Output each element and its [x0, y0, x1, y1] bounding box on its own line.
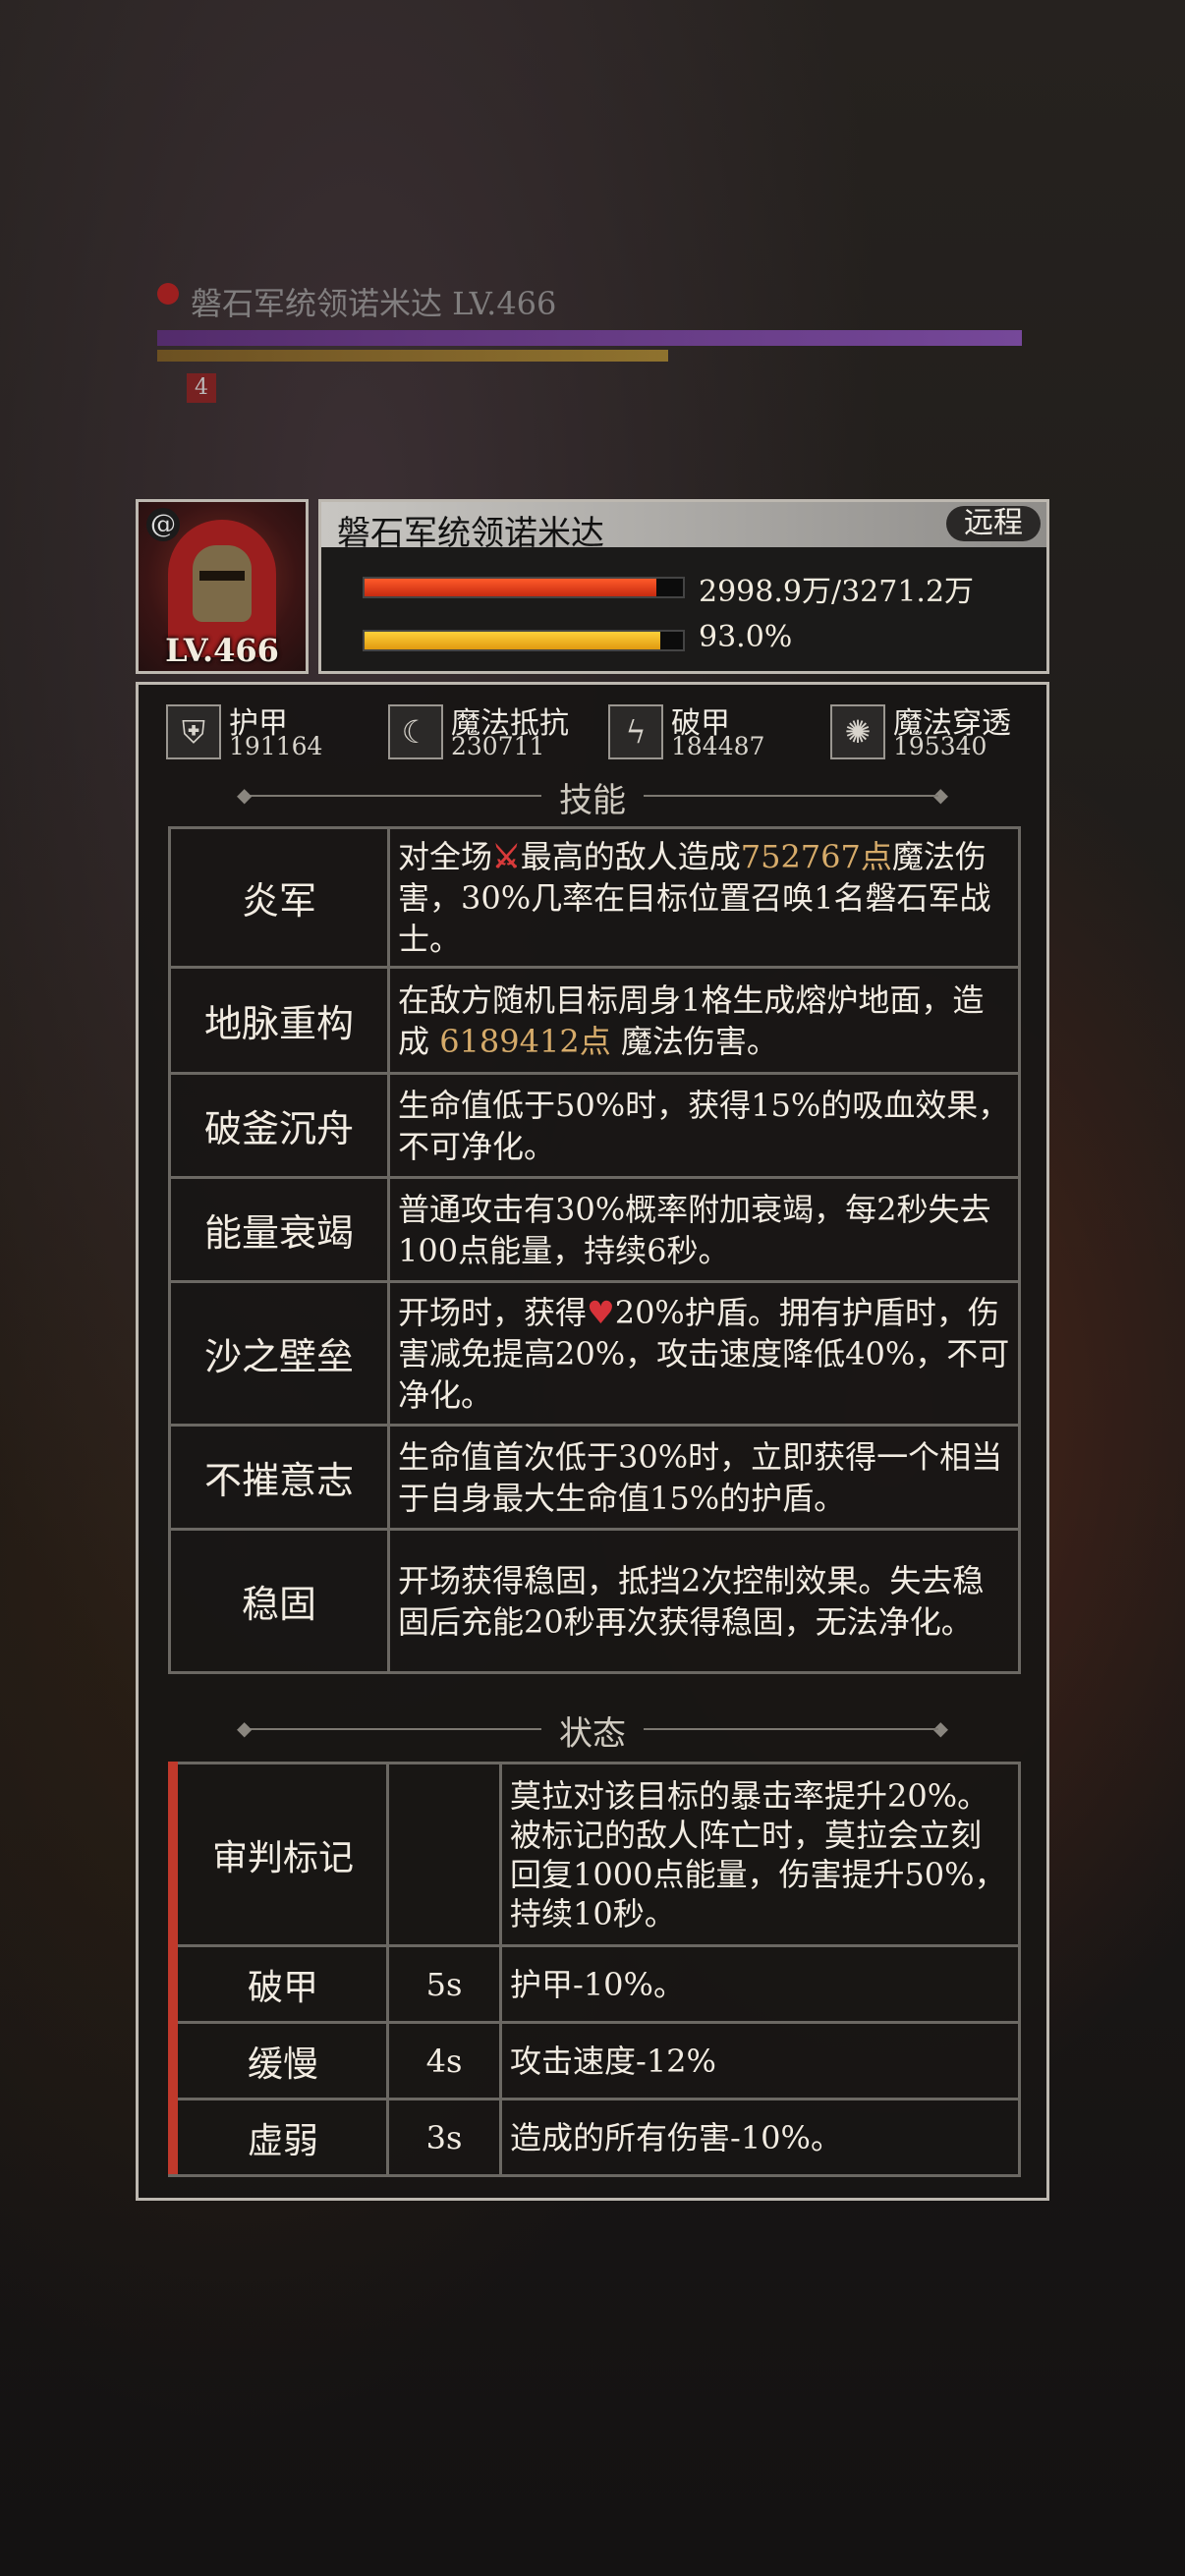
skill-row[interactable]: 能量衰竭 普通攻击有30%概率附加衰竭，每2秒失去100点能量，持续6秒。	[168, 1176, 1021, 1283]
skill-row[interactable]: 炎军 对全场⚔最高的敌人造成752767点魔法伤害，30%几率在目标位置召唤1名…	[168, 826, 1021, 969]
magic-resist-icon: ☾	[388, 704, 443, 759]
status-description: 莫拉对该目标的暴击率提升20%。被标记的敌人阵亡时，莫拉会立刻回复1000点能量…	[499, 1762, 1021, 1947]
skills-title-text: 技能	[559, 781, 626, 820]
status-title-text: 状态	[559, 1714, 626, 1754]
energy-bar-fill	[365, 632, 661, 649]
range-badge: 远程	[946, 506, 1041, 541]
skill-desc-text: 魔法伤害。	[610, 1022, 778, 1060]
status-description: 攻击速度-12%	[499, 2021, 1021, 2100]
divider-ornament-icon: ◆	[932, 1716, 948, 1740]
status-row[interactable]: 虚弱 3s 造成的所有伤害-10%。	[168, 2098, 1021, 2177]
skill-desc-text: 最高的敌人造成	[520, 837, 741, 875]
shield-heart-icon: ♥	[587, 1293, 615, 1331]
boss-name: 磐石军统领诺米达	[337, 514, 604, 553]
armor-shield-icon: ⛨	[166, 704, 221, 759]
skill-name: 能量衰竭	[168, 1176, 390, 1283]
background-tag: 4	[187, 373, 216, 403]
status-row[interactable]: 审判标记 莫拉对该目标的暴击率提升20%。被标记的敌人阵亡时，莫拉会立刻回复10…	[168, 1762, 1021, 1947]
skill-row[interactable]: 稳固 开场获得稳固，抵挡2次控制效果。失去稳固后充能20秒再次获得稳固，无法净化…	[168, 1528, 1021, 1674]
status-name: 破甲	[168, 1944, 389, 2024]
background-energy-bar	[157, 350, 668, 362]
background-boss-bar: 磐石军统领诺米达 LV.466	[157, 279, 1022, 362]
skill-desc-text: 开场时，获得	[398, 1293, 588, 1331]
status-row[interactable]: 破甲 5s 护甲-10%。	[168, 1944, 1021, 2024]
skill-name: 破釜沉舟	[168, 1072, 390, 1179]
divider-ornament-icon: ◆	[237, 1716, 253, 1740]
skill-name: 地脉重构	[168, 966, 390, 1075]
status-duration: 5s	[386, 1944, 502, 2024]
hp-text: 2998.9万/3271.2万	[699, 575, 975, 609]
stat-value: 230711	[451, 732, 545, 760]
faction-swirl-icon: @	[146, 508, 180, 541]
skills-section-title: ◆ 技能 ◆	[139, 773, 1046, 821]
skill-name: 炎军	[168, 826, 390, 969]
skill-name: 不摧意志	[168, 1424, 390, 1531]
name-row: 磐石军统领诺米达 远程	[321, 502, 1046, 553]
divider-ornament-icon: ◆	[237, 783, 253, 807]
status-duration: 4s	[386, 2021, 502, 2100]
energy-bar	[363, 630, 685, 651]
status-name: 缓慢	[168, 2021, 389, 2100]
status-duration: 3s	[386, 2098, 502, 2177]
stat-value: 195340	[893, 732, 988, 760]
skills-table: 炎军 对全场⚔最高的敌人造成752767点魔法伤害，30%几率在目标位置召唤1名…	[168, 826, 1021, 1674]
skill-name: 沙之壁垒	[168, 1280, 390, 1427]
skill-name: 稳固	[168, 1528, 390, 1674]
status-table: 审判标记 莫拉对该目标的暴击率提升20%。被标记的敌人阵亡时，莫拉会立刻回复10…	[168, 1762, 1021, 2177]
stat-value: 191164	[229, 732, 323, 760]
stats-row: ⛨ 护甲 191164 ☾ 魔法抵抗 230711 ϟ 破甲 184487 ✺ …	[166, 699, 1031, 763]
skill-desc-text: 对全场	[398, 837, 493, 875]
magic-penetration-icon: ✺	[830, 704, 885, 759]
status-description: 造成的所有伤害-10%。	[499, 2098, 1021, 2177]
boss-level: LV.466	[165, 632, 279, 669]
status-duration	[386, 1762, 502, 1947]
boss-detail-panel: ⛨ 护甲 191164 ☾ 魔法抵抗 230711 ϟ 破甲 184487 ✺ …	[136, 682, 1049, 2201]
status-row[interactable]: 缓慢 4s 攻击速度-12%	[168, 2021, 1021, 2100]
armor-break-icon: ϟ	[608, 704, 663, 759]
boss-portrait[interactable]: @ LV.466	[136, 499, 309, 674]
crossed-swords-icon: ⚔	[492, 837, 521, 875]
background-boss-label: 磐石军统领诺米达 LV.466	[191, 285, 557, 322]
status-description: 护甲-10%。	[499, 1944, 1021, 2024]
skill-row[interactable]: 地脉重构 在敌方随机目标周身1格生成熔炉地面，造成 6189412点 魔法伤害。	[168, 966, 1021, 1075]
damage-value: 6189412点	[439, 1022, 611, 1060]
energy-text: 93.0%	[699, 620, 793, 654]
skill-description: 开场时，获得♥20%护盾。拥有护盾时，伤害减免提高20%，攻击速度降低40%，不…	[387, 1280, 1021, 1427]
skill-row[interactable]: 沙之壁垒 开场时，获得♥20%护盾。拥有护盾时，伤害减免提高20%，攻击速度降低…	[168, 1280, 1021, 1427]
skill-description: 对全场⚔最高的敌人造成752767点魔法伤害，30%几率在目标位置召唤1名磐石军…	[387, 826, 1021, 969]
status-section-title: ◆ 状态 ◆	[139, 1707, 1046, 1755]
hp-bar-fill	[365, 579, 657, 596]
boss-info-box: 磐石军统领诺米达 远程 2998.9万/3271.2万 93.0%	[318, 499, 1049, 674]
skill-row[interactable]: 破釜沉舟 生命值低于50%时，获得15%的吸血效果，不可净化。	[168, 1072, 1021, 1179]
damage-value: 752767点	[740, 837, 892, 875]
background-hp-bar	[157, 330, 1022, 346]
portrait-visor	[199, 571, 245, 581]
status-name: 虚弱	[168, 2098, 389, 2177]
boss-header: @ LV.466 磐石军统领诺米达 远程 2998.9万/3271.2万 93.…	[136, 499, 1049, 676]
skill-description: 在敌方随机目标周身1格生成熔炉地面，造成 6189412点 魔法伤害。	[387, 966, 1021, 1075]
skill-description: 生命值首次低于30%时，立即获得一个相当于自身最大生命值15%的护盾。	[387, 1424, 1021, 1531]
boss-skull-icon	[157, 283, 179, 305]
skill-row[interactable]: 不摧意志 生命值首次低于30%时，立即获得一个相当于自身最大生命值15%的护盾。	[168, 1424, 1021, 1531]
skill-description: 开场获得稳固，抵挡2次控制效果。失去稳固后充能20秒再次获得稳固，无法净化。	[387, 1528, 1021, 1674]
portrait-mask	[193, 545, 252, 622]
skill-description: 普通攻击有30%概率附加衰竭，每2秒失去100点能量，持续6秒。	[387, 1176, 1021, 1283]
stat-value: 184487	[671, 732, 765, 760]
status-accent-bar	[168, 1762, 178, 2174]
skill-description: 生命值低于50%时，获得15%的吸血效果，不可净化。	[387, 1072, 1021, 1179]
status-name: 审判标记	[168, 1762, 389, 1947]
divider-ornament-icon: ◆	[932, 783, 948, 807]
hp-bar	[363, 577, 685, 598]
